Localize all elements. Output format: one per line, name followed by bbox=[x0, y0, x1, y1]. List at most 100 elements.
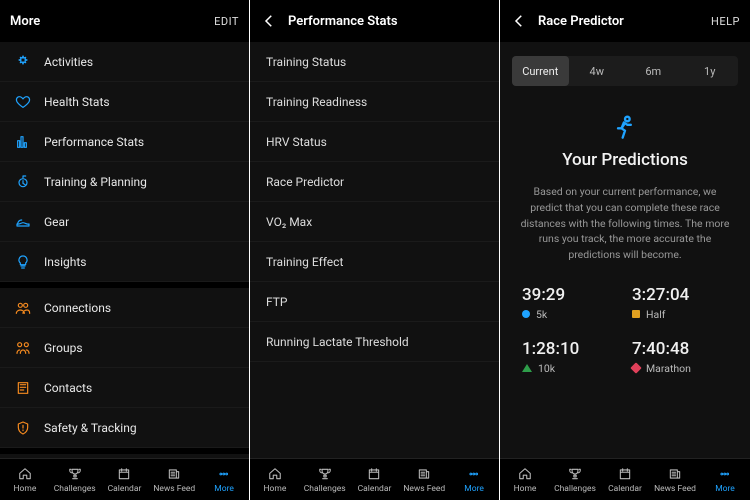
segment-current[interactable]: Current bbox=[512, 56, 569, 86]
list-item[interactable]: Training Status bbox=[250, 42, 499, 82]
prediction-time: 1:28:10 bbox=[522, 339, 618, 359]
header-perf: Performance Stats bbox=[250, 0, 499, 42]
edit-button[interactable]: EDIT bbox=[214, 15, 239, 28]
tab-challenges[interactable]: Challenges bbox=[300, 459, 350, 500]
tab-more[interactable]: More bbox=[700, 459, 750, 500]
prediction-label: 5k bbox=[522, 308, 618, 321]
tab-home[interactable]: Home bbox=[500, 459, 550, 500]
list-item[interactable]: Running Lactate Threshold bbox=[250, 322, 499, 362]
menu-item[interactable]: Contacts bbox=[0, 368, 249, 408]
tab-label: News Feed bbox=[654, 484, 696, 494]
home-icon bbox=[17, 466, 33, 482]
prediction-time: 7:40:48 bbox=[632, 339, 728, 359]
more-menu: Activities Health Stats Performance Stats T… bbox=[0, 42, 249, 458]
menu-item-label: Safety & Tracking bbox=[44, 421, 137, 435]
runner-icon bbox=[500, 112, 750, 140]
tab-news-feed[interactable]: News Feed bbox=[149, 459, 199, 500]
prediction-5k: 39:295k bbox=[522, 285, 618, 321]
segment-4w[interactable]: 4w bbox=[569, 56, 626, 86]
tab-label: More bbox=[214, 484, 234, 494]
menu-item[interactable]: Groups bbox=[0, 328, 249, 368]
shoe-icon bbox=[14, 213, 32, 231]
safety-icon bbox=[14, 419, 32, 437]
prediction-label: 10k bbox=[522, 362, 618, 375]
tab-calendar[interactable]: Calendar bbox=[600, 459, 650, 500]
menu-group-performance: Activities Health Stats Performance Stats T… bbox=[0, 42, 249, 288]
tab-calendar[interactable]: Calendar bbox=[100, 459, 150, 500]
menu-item[interactable]: Activities bbox=[0, 42, 249, 82]
phone-performance-stats: Performance Stats Training StatusTrainin… bbox=[250, 0, 500, 500]
segment-1y[interactable]: 1y bbox=[682, 56, 739, 86]
tab-more[interactable]: More bbox=[199, 459, 249, 500]
tab-label: Home bbox=[263, 484, 286, 494]
home-icon bbox=[517, 466, 533, 482]
dots-icon bbox=[717, 466, 733, 482]
news-icon bbox=[166, 466, 182, 482]
list-item[interactable]: Race Predictor bbox=[250, 162, 499, 202]
page-title: Race Predictor bbox=[538, 14, 624, 29]
tab-news-feed[interactable]: News Feed bbox=[650, 459, 700, 500]
tab-news-feed[interactable]: News Feed bbox=[399, 459, 449, 500]
trophy-icon bbox=[317, 466, 333, 482]
tab-calendar[interactable]: Calendar bbox=[350, 459, 400, 500]
trophy-icon bbox=[67, 466, 83, 482]
menu-item[interactable]: Training & Planning bbox=[0, 162, 249, 202]
menu-item-label: Health Stats bbox=[44, 95, 110, 109]
prediction-10k: 1:28:10 10k bbox=[522, 339, 618, 375]
menu-item-label: Contacts bbox=[44, 381, 92, 395]
tab-label: Challenges bbox=[554, 484, 596, 494]
header-more: More EDIT bbox=[0, 0, 249, 42]
help-button[interactable]: HELP bbox=[711, 15, 740, 28]
tab-challenges[interactable]: Challenges bbox=[550, 459, 600, 500]
prediction-time: 3:27:04 bbox=[632, 285, 728, 305]
tab-more[interactable]: More bbox=[449, 459, 499, 500]
tab-label: Challenges bbox=[304, 484, 346, 494]
calendar-icon bbox=[366, 466, 382, 482]
page-title: Performance Stats bbox=[288, 14, 398, 29]
tab-label: News Feed bbox=[153, 484, 195, 494]
people-icon bbox=[14, 299, 32, 317]
tab-label: News Feed bbox=[403, 484, 445, 494]
predictor-content: Current4w6m1y Your Predictions Based on … bbox=[500, 42, 750, 458]
prediction-label: Marathon bbox=[632, 362, 728, 375]
bulb-icon bbox=[14, 253, 32, 271]
predictions-desc: Based on your current performance, we pr… bbox=[500, 170, 750, 281]
list-item[interactable]: Training Effect bbox=[250, 242, 499, 282]
back-button[interactable] bbox=[510, 12, 538, 30]
tab-label: Home bbox=[13, 484, 36, 494]
menu-item[interactable]: Performance Stats bbox=[0, 122, 249, 162]
perf-list: Training StatusTraining ReadinessHRV Sta… bbox=[250, 42, 499, 458]
list-item[interactable]: HRV Status bbox=[250, 122, 499, 162]
tab-home[interactable]: Home bbox=[0, 459, 50, 500]
menu-item[interactable]: Insights bbox=[0, 242, 249, 282]
menu-item[interactable]: Connections bbox=[0, 288, 249, 328]
segment-6m[interactable]: 6m bbox=[625, 56, 682, 86]
predictions-grid: 39:295k3:27:04Half1:28:1010k7:40:48Marat… bbox=[500, 281, 750, 375]
phone-race-predictor: Race Predictor HELP Current4w6m1y Your P… bbox=[500, 0, 750, 500]
tab-home[interactable]: Home bbox=[250, 459, 300, 500]
tab-label: Calendar bbox=[608, 484, 642, 494]
menu-item[interactable]: Gear bbox=[0, 202, 249, 242]
list-item[interactable]: Training Readiness bbox=[250, 82, 499, 122]
list-item[interactable]: VO₂ Max bbox=[250, 202, 499, 242]
tab-challenges[interactable]: Challenges bbox=[50, 459, 100, 500]
list-item[interactable]: FTP bbox=[250, 282, 499, 322]
dots-icon bbox=[216, 466, 232, 482]
menu-item-label: Gear bbox=[44, 215, 69, 229]
menu-item[interactable]: Safety & Tracking bbox=[0, 408, 249, 448]
tab-label: More bbox=[464, 484, 484, 494]
heart-icon bbox=[14, 93, 32, 111]
menu-item-label: Training & Planning bbox=[44, 175, 147, 189]
menu-group-social: ConnectionsGroups Contacts Safety & Tracki… bbox=[0, 288, 249, 454]
dots-icon bbox=[466, 466, 482, 482]
calendar-icon bbox=[617, 466, 633, 482]
back-button[interactable] bbox=[260, 12, 288, 30]
menu-item-label: Activities bbox=[44, 55, 93, 69]
menu-item-label: Performance Stats bbox=[44, 135, 144, 149]
page-title: More bbox=[10, 14, 40, 29]
tab-bar: Home Challenges Calendar News Feed More bbox=[500, 458, 750, 500]
tab-label: Calendar bbox=[358, 484, 392, 494]
tab-bar: Home ChallengesCalendarNews Feed More bbox=[0, 458, 249, 500]
activities-icon bbox=[14, 53, 32, 71]
menu-item[interactable]: Health Stats bbox=[0, 82, 249, 122]
